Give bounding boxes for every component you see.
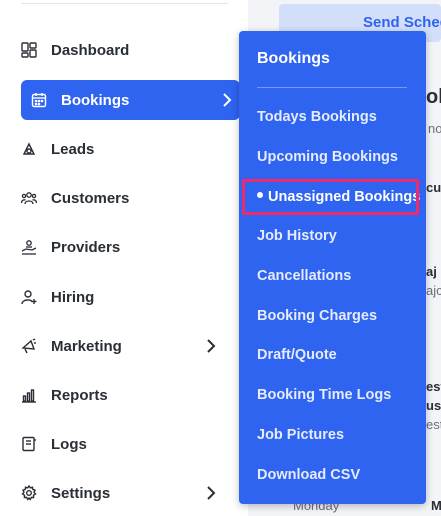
menu-item-job-history[interactable]: Job History [257,228,337,244]
sidebar-item-customers[interactable]: Customers [21,178,240,218]
sidebar-item-label: Settings [51,484,111,502]
flyout-title: Bookings [257,50,330,67]
sidebar-item-label: Logs [51,435,87,453]
sidebar-item-label: Customers [51,189,130,207]
log-book-icon [21,436,37,452]
dashboard-grid-icon [21,42,37,58]
content-fragment: est [426,379,441,394]
content-fragment: cus [426,180,441,195]
menu-item-job-pictures[interactable]: Job Pictures [257,427,344,443]
content-fragment: Mar [431,498,441,513]
chevron-right-icon [204,338,218,354]
content-fragment: est [426,417,441,432]
menu-item-draft-quote[interactable]: Draft/Quote [257,347,337,363]
sidebar-item-label: Marketing [51,337,122,355]
menu-item-download-csv[interactable]: Download CSV [257,467,360,483]
gear-icon [21,485,37,501]
sidebar-item-label: Dashboard [51,41,130,59]
menu-item-cancellations[interactable]: Cancellations [257,268,351,284]
bar-chart-icon [21,387,37,403]
sidebar-item-reports[interactable]: Reports [21,375,240,415]
content-fragment: ust [426,398,441,413]
menu-item-upcoming-bookings[interactable]: Upcoming Bookings [257,149,398,165]
sidebar-item-label: Leads [51,140,95,158]
sidebar-item-marketing[interactable]: Marketing [21,326,240,366]
sidebar-item-settings[interactable]: Settings [21,473,240,513]
customers-icon [21,190,37,206]
sidebar-item-label: Hiring [51,288,95,306]
providers-icon [21,239,37,255]
sidebar-item-label: Reports [51,386,108,404]
bookings-flyout-menu: Bookings Todays Bookings Upcoming Bookin… [239,31,426,504]
sidebar-divider [21,3,228,4]
menu-item-todays-bookings[interactable]: Todays Bookings [257,109,377,125]
chevron-right-icon [220,92,234,108]
sidebar-item-logs[interactable]: Logs [21,424,240,464]
sidebar-item-bookings[interactable]: Bookings [21,80,240,120]
sidebar-item-hiring[interactable]: Hiring [21,277,240,317]
chevron-right-icon [204,485,218,501]
content-fragment: ol [426,86,441,108]
sidebar: Dashboard Bookings Leads Customers Provi… [0,0,248,516]
menu-item-booking-charges[interactable]: Booking Charges [257,308,377,324]
calendar-icon [31,92,47,108]
sidebar-item-label: Providers [51,238,121,256]
sidebar-item-label: Bookings [61,91,130,109]
content-fragment: no [428,121,441,136]
content-fragment: aj c [426,264,441,279]
highlight-box [242,179,419,215]
flyout-divider [257,87,407,88]
leads-icon [21,141,37,157]
megaphone-icon [21,338,37,354]
menu-item-booking-time-logs[interactable]: Booking Time Logs [257,387,391,403]
sidebar-item-dashboard[interactable]: Dashboard [21,30,240,70]
hiring-icon [21,289,37,305]
sidebar-item-leads[interactable]: Leads [21,129,240,169]
sidebar-item-providers[interactable]: Providers [21,227,240,267]
content-fragment: ajco [426,283,441,298]
